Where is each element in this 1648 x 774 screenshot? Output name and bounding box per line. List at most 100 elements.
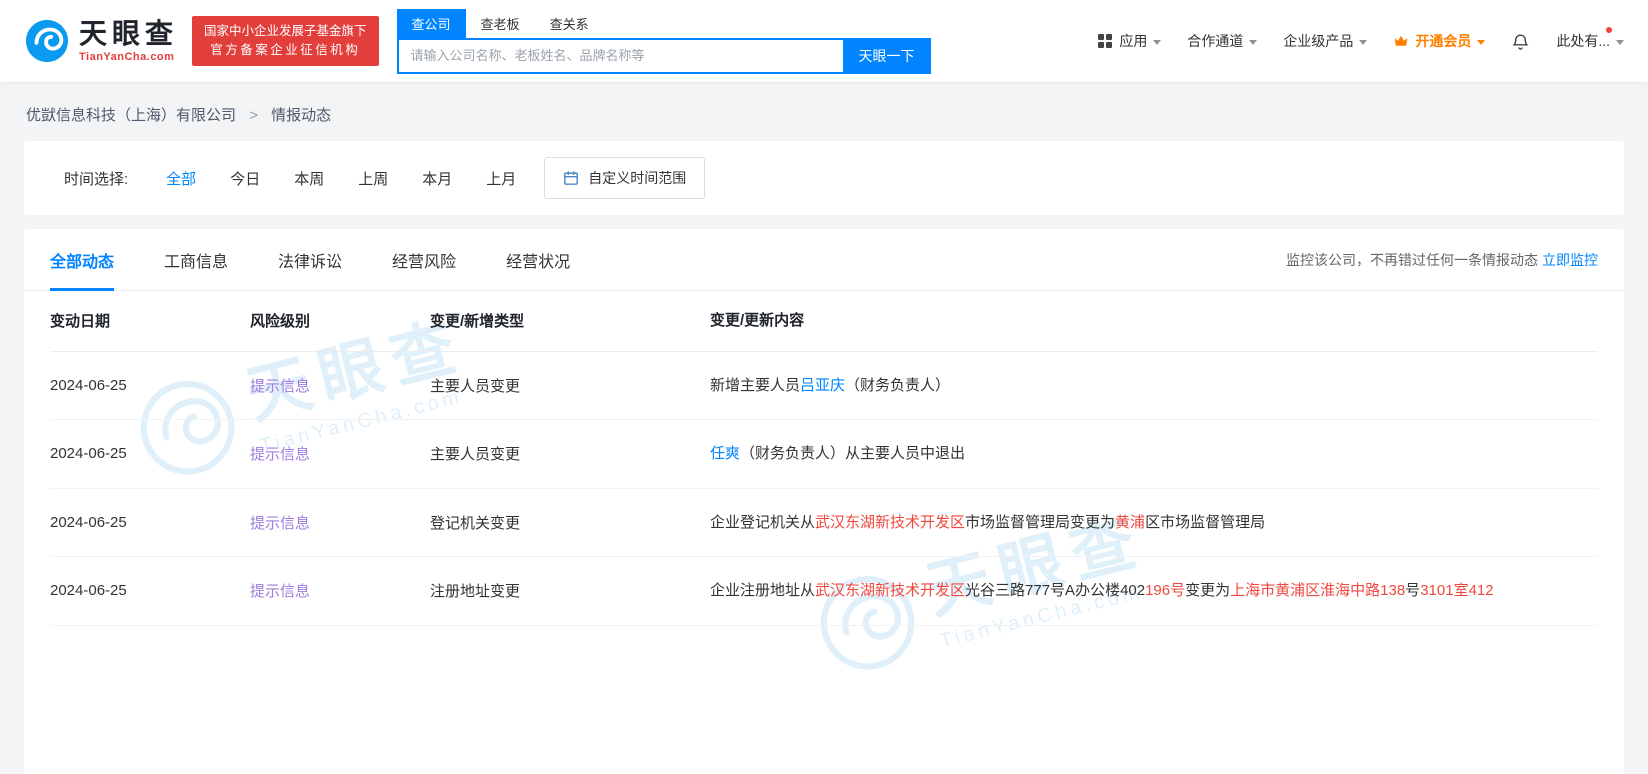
updates-table: 变动日期 风险级别 变更/新增类型 变更/更新内容 2024-06-25 提示信息… <box>24 291 1624 626</box>
nav-enterprise-products[interactable]: 企业级产品 <box>1283 31 1368 51</box>
search-input[interactable] <box>396 37 843 74</box>
notifications-button[interactable] <box>1511 32 1530 51</box>
row-change-content: 任爽（财务负责人）从主要人员中退出 <box>710 441 1598 467</box>
row-risk-cell: 提示信息 <box>250 580 430 601</box>
gov-badge-line1: 国家中小企业发展子基金旗下 <box>204 23 367 38</box>
risk-level-link[interactable]: 提示信息 <box>250 515 310 532</box>
content-text: （财务负责人）从主要人员中退出 <box>740 445 966 462</box>
search-button[interactable]: 天眼一下 <box>842 37 931 74</box>
row-risk-cell: 提示信息 <box>250 443 430 464</box>
row-change-date: 2024-06-25 <box>50 445 127 463</box>
time-option-last-week[interactable]: 上周 <box>358 168 388 189</box>
content-text: 变更为 <box>1185 582 1231 599</box>
person-link[interactable]: 任爽 <box>710 445 740 462</box>
row-change-date: 2024-06-25 <box>50 376 127 394</box>
content-text: 光谷三路777号A办公楼402 <box>965 582 1146 599</box>
breadcrumb-company-link[interactable]: 优獃信息科技（上海）有限公司 <box>26 107 236 124</box>
changed-value-text: 196号 <box>1145 582 1186 599</box>
custom-time-range-label: 自定义时间范围 <box>588 170 687 186</box>
row-change-content: 企业注册地址从武汉东湖新技术开发区光谷三路777号A办公楼402196号变更为上… <box>710 578 1598 604</box>
top-navigation: 应用 合作通道 企业级产品 开通会员 此处有... <box>1097 27 1624 51</box>
content-text: 企业登记机关从 <box>710 513 816 531</box>
tab-operational-risk[interactable]: 经营风险 <box>392 229 456 291</box>
caret-down-icon <box>1359 39 1368 45</box>
risk-level-link[interactable]: 提示信息 <box>250 446 310 463</box>
content-text: 市场监督管理局变更为 <box>965 513 1116 531</box>
content-text: 新增主要人员 <box>710 376 801 394</box>
nav-apps[interactable]: 应用 <box>1097 31 1162 51</box>
row-change-content: 新增主要人员吕亚庆（财务负责人） <box>710 373 1598 399</box>
search-tab-company[interactable]: 查公司 <box>396 8 466 38</box>
nav-enterprise-products-label: 企业级产品 <box>1283 33 1354 49</box>
bell-icon <box>1512 34 1529 50</box>
row-change-date: 2024-06-25 <box>50 513 127 531</box>
changed-value-text: 武汉东湖新技术开发区 <box>815 582 966 599</box>
content-text: （财务负责人） <box>845 376 951 394</box>
monitor-text: 监控该公司，不再错过任何一条情报动态 <box>1286 251 1538 268</box>
monitor-now-link[interactable]: 立即监控 <box>1542 252 1598 268</box>
brand-name: 天眼查 <box>79 17 179 49</box>
caret-down-icon <box>1616 39 1624 45</box>
header-change-type: 变更/新增类型 <box>430 313 525 331</box>
search-row: 天眼一下 <box>396 37 931 74</box>
tianyancha-logo[interactable]: 天眼查 TianYanCha.com <box>24 18 178 64</box>
breadcrumb-current-page: 情报动态 <box>271 107 332 124</box>
crown-icon <box>1394 35 1408 46</box>
breadcrumb: 优獃信息科技（上海）有限公司 > 情报动态 <box>0 82 1648 141</box>
nav-vip-membership[interactable]: 开通会员 <box>1393 31 1486 51</box>
table-row: 2024-06-25 提示信息 注册地址变更 企业注册地址从武汉东湖新技术开发区光谷三… <box>50 557 1598 626</box>
row-change-date: 2024-06-25 <box>50 582 127 600</box>
caret-down-icon <box>1249 39 1258 45</box>
tab-business-status[interactable]: 经营状况 <box>506 229 570 291</box>
row-risk-cell: 提示信息 <box>250 512 430 533</box>
tab-business-info[interactable]: 工商信息 <box>164 229 228 291</box>
row-change-content: 企业登记机关从武汉东湖新技术开发区市场监督管理局变更为黄浦区市场监督管理局 <box>710 510 1598 536</box>
custom-time-range-button[interactable]: 自定义时间范围 <box>544 157 706 199</box>
person-link[interactable]: 吕亚庆 <box>800 377 845 394</box>
table-row: 2024-06-25 提示信息 主要人员变更 新增主要人员吕亚庆（财务负责人） <box>50 352 1598 420</box>
brand-domain: TianYanCha.com <box>79 50 175 63</box>
time-option-this-week[interactable]: 本周 <box>294 168 324 189</box>
tab-legal-proceedings[interactable]: 法律诉讼 <box>278 229 342 291</box>
time-filter-options: 全部 今日 本周 上周 本月 上月 <box>166 168 516 189</box>
monitor-prompt: 监控该公司，不再错过任何一条情报动态 立即监控 <box>1286 250 1598 270</box>
caret-down-icon <box>1477 39 1486 45</box>
row-change-type: 主要人员变更 <box>430 377 521 395</box>
risk-level-link[interactable]: 提示信息 <box>250 583 310 600</box>
content-text: 区市场监督管理局 <box>1145 513 1266 531</box>
time-option-all[interactable]: 全部 <box>166 168 196 189</box>
nav-more[interactable]: 此处有... <box>1556 27 1624 51</box>
breadcrumb-separator: > <box>249 107 258 124</box>
row-change-type: 主要人员变更 <box>430 446 521 464</box>
search-tab-boss[interactable]: 查老板 <box>466 9 535 38</box>
tab-all-updates[interactable]: 全部动态 <box>50 229 115 291</box>
time-option-last-month[interactable]: 上月 <box>486 168 516 189</box>
gov-badge-line2: 官方备案企业征信机构 <box>210 43 361 57</box>
caret-down-icon <box>1153 39 1162 45</box>
row-change-type: 注册地址变更 <box>430 583 521 601</box>
nav-apps-label: 应用 <box>1119 33 1148 49</box>
search-block: 查公司 查老板 查关系 天眼一下 <box>396 8 931 74</box>
time-option-this-month[interactable]: 本月 <box>422 168 452 189</box>
search-tab-relation[interactable]: 查关系 <box>535 9 604 38</box>
risk-level-link[interactable]: 提示信息 <box>250 378 310 395</box>
changed-value-text: 武汉东湖新技术开发区 <box>815 513 966 531</box>
changed-value-text: 3101 <box>1420 582 1454 599</box>
calendar-icon <box>564 171 579 185</box>
time-filter-label: 时间选择: <box>64 170 129 188</box>
header-risk-level: 风险级别 <box>250 313 311 331</box>
search-tabs: 查公司 查老板 查关系 <box>396 8 931 38</box>
table-header-row: 变动日期 风险级别 变更/新增类型 变更/更新内容 <box>50 291 1598 352</box>
nav-more-label: 此处有... <box>1556 33 1610 49</box>
header-change-date: 变动日期 <box>50 313 111 331</box>
time-option-today[interactable]: 今日 <box>230 168 260 189</box>
table-row: 2024-06-25 提示信息 主要人员变更 任爽（财务负责人）从主要人员中退出 <box>50 420 1598 489</box>
row-change-type: 登记机关变更 <box>430 514 521 532</box>
table-row: 2024-06-25 提示信息 登记机关变更 企业登记机关从武汉东湖新技术开发区市场监… <box>50 489 1598 557</box>
notification-dot <box>1606 27 1612 33</box>
table-body: 2024-06-25 提示信息 主要人员变更 新增主要人员吕亚庆（财务负责人） 2024… <box>50 352 1598 626</box>
content-text: 号 <box>1405 582 1421 599</box>
nav-cooperation[interactable]: 合作通道 <box>1187 31 1258 51</box>
header-change-content: 变更/更新内容 <box>710 312 805 329</box>
time-filter-card: 时间选择: 全部 今日 本周 上周 本月 上月 自定义时间范围 <box>24 141 1624 215</box>
